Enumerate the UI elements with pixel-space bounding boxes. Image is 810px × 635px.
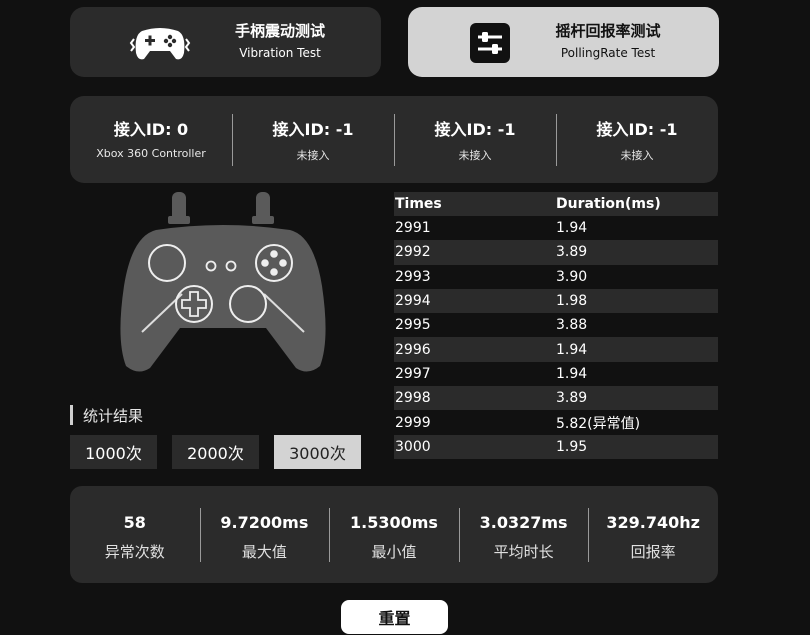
- summary-label: 平均时长: [493, 543, 554, 561]
- summary-label: 最小值: [371, 543, 417, 561]
- cell-duration: 1.94: [556, 220, 588, 237]
- label-accent-bar: [70, 405, 73, 425]
- header-duration: Duration(ms): [556, 196, 661, 212]
- slot-name: Xbox 360 Controller: [96, 147, 206, 160]
- table-row: 2995 3.88: [394, 313, 718, 337]
- cell-duration: 3.88: [556, 317, 588, 334]
- cell-duration: 3.90: [556, 268, 588, 285]
- summary-value: 9.7200ms: [220, 513, 309, 532]
- controller-slots-panel: 接入ID: 0 Xbox 360 Controller 接入ID: -1 未接入…: [70, 96, 718, 183]
- table-header: Times Duration(ms): [394, 192, 718, 216]
- table-body: 2991 1.94 2992 3.89 2993 3.90 2994 1.98 2995 3.88…: [394, 216, 718, 459]
- cell-duration: 1.94: [556, 365, 588, 382]
- tab-vibration-subtitle: Vibration Test: [239, 46, 321, 60]
- summary-min: 1.5300ms 最小值: [329, 486, 459, 583]
- count-3000-button[interactable]: 3000次: [274, 435, 361, 469]
- controller-illustration: [108, 190, 338, 376]
- cell-duration: 1.94: [556, 341, 588, 358]
- slot-id: 接入ID: -1: [434, 120, 516, 139]
- cell-times: 2999: [395, 414, 431, 431]
- cell-times: 2992: [395, 244, 431, 261]
- cell-times: 3000: [395, 438, 431, 455]
- table-row: 2998 3.89: [394, 386, 718, 411]
- header-times: Times: [395, 196, 442, 212]
- summary-max: 9.7200ms 最大值: [200, 486, 330, 583]
- summary-label: 回报率: [630, 543, 676, 561]
- cell-duration: 5.82(异常值): [556, 415, 641, 432]
- slot-name: 未接入: [458, 149, 492, 162]
- slot-name: 未接入: [620, 149, 654, 162]
- table-row: 2997 1.94: [394, 362, 718, 386]
- cell-times: 2995: [395, 317, 431, 334]
- cell-times: 2993: [395, 268, 431, 285]
- count-1000-button[interactable]: 1000次: [70, 435, 157, 469]
- cell-duration: 3.89: [556, 390, 588, 407]
- count-2000-button[interactable]: 2000次: [172, 435, 259, 469]
- table-row: 2996 1.94: [394, 337, 718, 362]
- tab-vibration-test[interactable]: 手柄震动测试 Vibration Test: [70, 7, 381, 77]
- cell-times: 2998: [395, 390, 431, 407]
- cell-duration: 3.89: [556, 244, 588, 261]
- cell-duration: 1.98: [556, 293, 588, 310]
- summary-panel: 58 异常次数 9.7200ms 最大值 1.5300ms 最小值 3.0327…: [70, 486, 718, 583]
- table-row: 2999 5.82(异常值): [394, 410, 718, 434]
- controller-slot-0[interactable]: 接入ID: 0 Xbox 360 Controller: [70, 96, 232, 183]
- tab-polling-rate-test[interactable]: 摇杆回报率测试 PollingRate Test: [408, 7, 719, 77]
- cell-times: 2991: [395, 220, 431, 237]
- slot-id: 接入ID: -1: [596, 120, 678, 139]
- controller-slot-2[interactable]: 接入ID: -1 未接入: [394, 96, 556, 183]
- slot-id: 接入ID: -1: [272, 120, 354, 139]
- summary-polling-rate: 329.740hz 回报率: [588, 486, 718, 583]
- tab-vibration-title: 手柄震动测试: [234, 22, 325, 40]
- summary-value: 1.5300ms: [350, 513, 438, 532]
- summary-average: 3.0327ms 平均时长: [459, 486, 589, 583]
- tab-polling-subtitle: PollingRate Test: [560, 46, 656, 60]
- summary-value: 3.0327ms: [479, 513, 568, 532]
- reset-button[interactable]: 重置: [341, 600, 448, 634]
- stats-title: 统计结果: [83, 406, 144, 425]
- table-row: 2993 3.90: [394, 265, 718, 289]
- summary-anomaly-count: 58 异常次数: [70, 486, 200, 583]
- table-row: 2992 3.89: [394, 240, 718, 265]
- controller-slot-3[interactable]: 接入ID: -1 未接入: [556, 96, 718, 183]
- slot-id: 接入ID: 0: [113, 120, 189, 139]
- table-row: 3000 1.95: [394, 434, 718, 459]
- gamepad-vibration-icon: [120, 21, 200, 65]
- sliders-icon: [466, 21, 514, 65]
- summary-value: 329.740hz: [606, 513, 700, 532]
- cell-times: 2997: [395, 365, 431, 382]
- tab-polling-title: 摇杆回报率测试: [555, 22, 661, 40]
- summary-value: 58: [123, 513, 146, 532]
- cell-duration: 1.95: [556, 438, 588, 455]
- slot-name: 未接入: [296, 149, 330, 162]
- cell-times: 2994: [395, 293, 431, 310]
- controller-slot-1[interactable]: 接入ID: -1 未接入: [232, 96, 394, 183]
- summary-label: 最大值: [241, 543, 287, 561]
- table-row: 2994 1.98: [394, 288, 718, 314]
- cell-times: 2996: [395, 341, 431, 358]
- polling-table: Times Duration(ms) 2991 1.94 2992 3.89 2993 3…: [394, 192, 718, 459]
- summary-label: 异常次数: [104, 543, 165, 561]
- stats-section-label: 统计结果: [70, 404, 143, 426]
- table-row: 2991 1.94: [394, 216, 718, 240]
